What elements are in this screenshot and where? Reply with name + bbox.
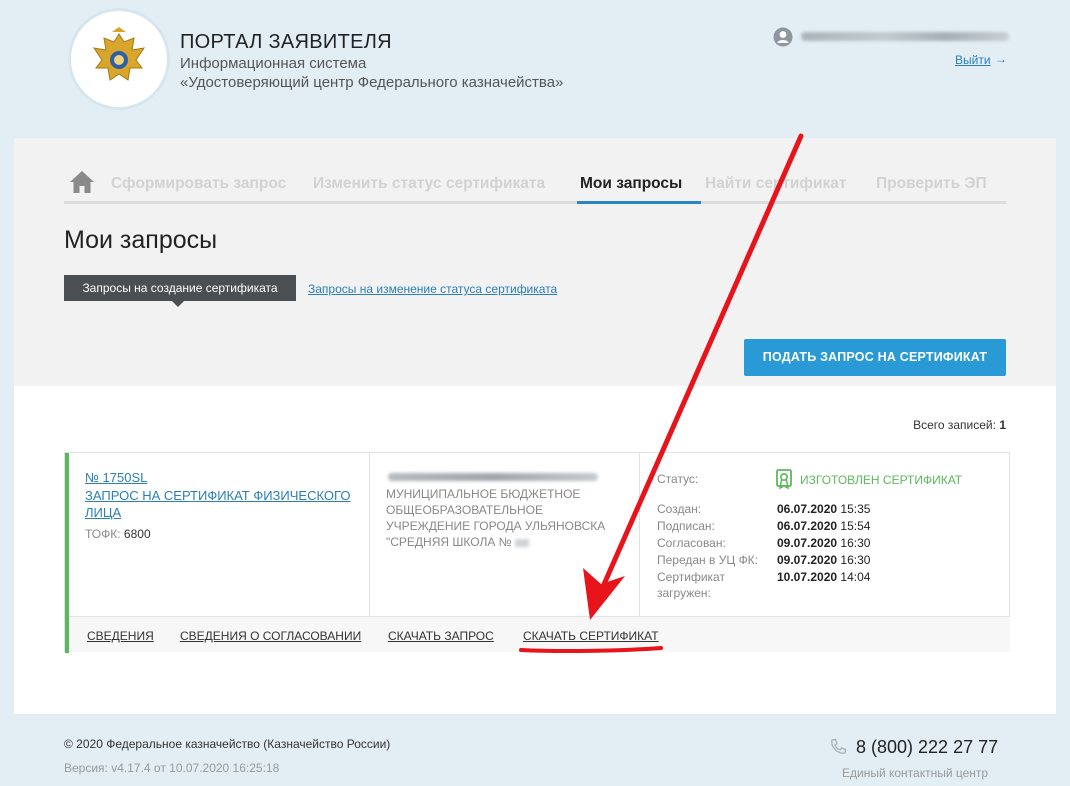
copyright: © 2020 Федеральное казначейство (Казначе…: [64, 737, 391, 751]
time-value: 16:30: [840, 536, 871, 550]
applicant-name-redacted: [388, 473, 598, 481]
page-title: Мои запросы: [64, 226, 218, 254]
home-icon[interactable]: [69, 170, 95, 194]
nav-change-certificate-status[interactable]: Изменить статус сертификата: [313, 175, 545, 193]
date-label: Создан:: [657, 502, 702, 516]
request-type-link[interactable]: ЗАПРОС НА СЕРТИФИКАТ ФИЗИЧЕСКОГО ЛИЦА: [85, 487, 365, 521]
date-value: 06.07.2020: [777, 502, 838, 516]
treasury-emblem-logo: [68, 8, 170, 110]
certificate-ready-icon: [776, 469, 792, 490]
time-value: 15:54: [840, 519, 871, 533]
time-value: 14:04: [840, 570, 871, 584]
status-label: Статус:: [657, 472, 699, 486]
contact-center-label: Единый контактный центр: [842, 766, 989, 780]
request-info-column: № 1750SL ЗАПРОС НА СЕРТИФИКАТ ФИЗИЧЕСКОГ…: [69, 453, 370, 616]
nav-active-indicator: [577, 201, 701, 204]
total-records-label: Всего записей:: [913, 418, 996, 432]
date-value: 10.07.2020: [777, 570, 838, 584]
portal-title: ПОРТАЛ ЗАЯВИТЕЛЯ: [180, 31, 392, 53]
request-card: № 1750SL ЗАПРОС НА СЕРТИФИКАТ ФИЗИЧЕСКОГ…: [64, 452, 1010, 653]
app-version: Версия: v4.17.4 от 10.07.2020 16:25:18: [64, 761, 280, 775]
tab-create-requests[interactable]: Запросы на создание сертификата: [64, 275, 296, 307]
nav-find-certificate[interactable]: Найти сертификат: [705, 175, 846, 193]
main-content: Сформировать запрос Изменить статус серт…: [14, 138, 1056, 714]
date-label: Подписан:: [657, 519, 715, 533]
download-certificate-link[interactable]: СКАЧАТЬ СЕРТИФИКАТ: [523, 629, 659, 643]
user-avatar-icon: [773, 27, 793, 47]
nav-my-requests[interactable]: Мои запросы: [580, 175, 682, 193]
organization-name: МУНИЦИПАЛЬНОЕ БЮДЖЕТНОЕ ОБЩЕОБРАЗОВАТЕЛЬ…: [386, 486, 626, 550]
status-column: Статус: ИЗГОТОВЛЕН СЕРТИФИКАТ Создан: 06…: [640, 453, 1010, 616]
total-records-count: 1: [999, 418, 1006, 432]
request-actions-bar: СВЕДЕНИЯ СВЕДЕНИЯ О СОГЛАСОВАНИИ СКАЧАТЬ…: [69, 616, 1010, 652]
details-link[interactable]: СВЕДЕНИЯ: [87, 629, 154, 643]
main-navigation: Сформировать запрос Изменить статус серт…: [64, 168, 1006, 204]
time-value: 15:35: [840, 502, 871, 516]
tab-status-change-requests[interactable]: Запросы на изменение статуса сертификата: [308, 282, 557, 296]
organization-name-text: МУНИЦИПАЛЬНОЕ БЮДЖЕТНОЕ ОБЩЕОБРАЗОВАТЕЛЬ…: [386, 487, 606, 549]
logout-arrow-icon: →: [995, 52, 1007, 66]
approval-details-link[interactable]: СВЕДЕНИЯ О СОГЛАСОВАНИИ: [180, 629, 361, 643]
tofk-value: 6800: [123, 527, 151, 541]
phone-icon: [831, 738, 847, 754]
user-name-redacted: [801, 32, 1009, 41]
status-value: ИЗГОТОВЛЕН СЕРТИФИКАТ: [800, 473, 963, 487]
date-value: 09.07.2020: [777, 536, 838, 550]
system-subtitle: Информационная система: [180, 55, 367, 72]
date-value: 09.07.2020: [777, 553, 838, 567]
system-name: «Удостоверяющий центр Федерального казна…: [180, 74, 564, 91]
school-number-redacted: [514, 538, 529, 547]
nav-verify-signature[interactable]: Проверить ЭП: [876, 175, 987, 193]
date-value: 06.07.2020: [777, 519, 838, 533]
tofk-info: ТОФК: 6800: [85, 527, 151, 541]
total-records: Всего записей: 1: [913, 418, 1006, 432]
download-request-link[interactable]: СКАЧАТЬ ЗАПРОС: [388, 629, 494, 643]
logout-link[interactable]: Выйти: [955, 53, 991, 67]
organization-column: МУНИЦИПАЛЬНОЕ БЮДЖЕТНОЕ ОБЩЕОБРАЗОВАТЕЛЬ…: [370, 453, 640, 616]
submit-certificate-request-button[interactable]: ПОДАТЬ ЗАПРОС НА СЕРТИФИКАТ: [744, 339, 1006, 376]
request-number-link[interactable]: № 1750SL: [85, 470, 147, 485]
date-label: Сертификат загружен:: [657, 570, 725, 600]
time-value: 16:30: [840, 553, 871, 567]
date-label: Согласован:: [657, 536, 726, 550]
double-headed-eagle-icon: [92, 27, 146, 81]
tofk-label: ТОФК:: [85, 527, 121, 541]
hotline-phone: 8 (800) 222 27 77: [856, 737, 999, 757]
date-label: Передан в УЦ ФК:: [657, 553, 759, 567]
nav-create-request[interactable]: Сформировать запрос: [111, 175, 286, 193]
